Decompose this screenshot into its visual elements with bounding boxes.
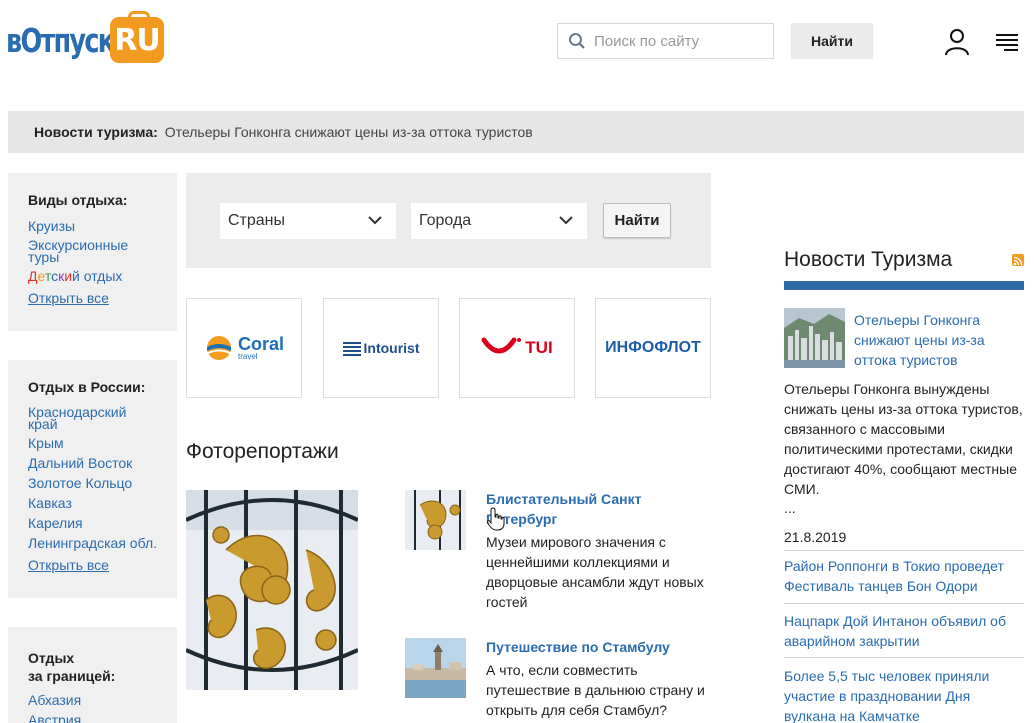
- gilded-gate-image: [186, 490, 358, 690]
- sidebar-item-austria[interactable]: Австрия: [28, 713, 177, 723]
- sidebar-heading-line: Отдых: [28, 650, 75, 666]
- search-input[interactable]: [594, 32, 764, 50]
- news-link[interactable]: Нацпарк Дой Интанон объявил об аварийном…: [784, 611, 1024, 651]
- site-search[interactable]: [557, 23, 774, 59]
- logo-text: вОтпуск: [6, 20, 115, 60]
- article-summary-spb: Музеи мирового значения с ценнейшими кол…: [486, 534, 704, 610]
- news-separator: [784, 550, 1024, 551]
- news-separator: [784, 603, 1024, 604]
- sidebar-heading-line: за границей:: [28, 668, 116, 684]
- city-select-value: Города: [419, 212, 472, 229]
- article-thumbnail-spb[interactable]: [405, 490, 466, 550]
- sidebar-item-abkhazia[interactable]: Абхазия: [28, 693, 177, 707]
- sidebar-item-krasnodar[interactable]: Краснодарский край: [28, 405, 138, 431]
- chevron-down-icon: [559, 216, 573, 225]
- partner-tui[interactable]: TUI: [459, 298, 575, 398]
- istanbul-city-thumbnail: [405, 638, 466, 698]
- photo-report-main-image[interactable]: [186, 490, 358, 690]
- news-lead-ellipsis: ...: [784, 500, 796, 516]
- kids-letter: й: [72, 268, 80, 284]
- sidebar-open-all[interactable]: Открыть все: [28, 291, 177, 305]
- menu-icon[interactable]: [996, 33, 1018, 51]
- article-title-spb[interactable]: Блистательный Санкт Петербург: [486, 489, 706, 529]
- infoflot-logo-text: ИНФОФЛОТ: [605, 339, 701, 356]
- kids-letter: е: [37, 268, 45, 284]
- coral-logo-icon: [206, 336, 231, 360]
- partner-coral-travel[interactable]: Coral travel: [186, 298, 302, 398]
- tour-filter: Страны Города Найти: [186, 173, 711, 268]
- sidebar-vacation-types: Виды отдыха: Круизы Экскурсионные туры Д…: [8, 173, 177, 331]
- hand-cursor-icon: [487, 507, 505, 531]
- tourism-news-heading: Новости Туризма: [784, 248, 953, 271]
- kids-letter: и: [64, 268, 73, 284]
- sidebar-open-all[interactable]: Открыть все: [28, 558, 177, 572]
- news-lead-title[interactable]: Отельеры Гонконга снижают цены из-за отт…: [854, 310, 1014, 370]
- sidebar-heading: Отдых в России:: [28, 379, 146, 395]
- tui-logo-text: TUI: [525, 338, 553, 357]
- article-title-istanbul[interactable]: Путешествие по Стамбулу: [486, 637, 706, 657]
- sidebar-item-kids[interactable]: Детский отдых: [28, 269, 177, 283]
- user-icon[interactable]: [944, 28, 970, 56]
- coral-logo-subtext: travel: [237, 352, 258, 361]
- logo-suitcase-badge[interactable]: RU: [110, 11, 164, 63]
- hong-kong-skyline-image: [784, 308, 845, 368]
- partner-intourist[interactable]: Intourist: [323, 298, 439, 398]
- article-summary-istanbul: А что, если совместить путешествие в дал…: [486, 662, 705, 718]
- rss-glyph: [1013, 256, 1023, 266]
- photo-reports-heading: Фоторепортажи: [186, 440, 339, 463]
- sidebar-heading: Отдых за границей:: [28, 649, 177, 685]
- news-lead-summary: Отельеры Гонконга вынуждены снижать цены…: [784, 381, 1023, 497]
- chevron-down-icon: [368, 216, 382, 225]
- sidebar-abroad: Отдых за границей: Абхазия Австрия: [8, 627, 177, 723]
- sidebar-item-golden-ring[interactable]: Золотое Кольцо: [28, 476, 177, 490]
- intourist-logo-icon: [342, 342, 361, 356]
- country-select-value: Страны: [228, 212, 286, 229]
- news-lead-thumbnail[interactable]: [784, 308, 845, 368]
- news-separator: [784, 657, 1024, 658]
- sidebar-item-leningrad[interactable]: Ленинградская обл.: [28, 536, 177, 550]
- filter-search-button[interactable]: Найти: [603, 203, 671, 238]
- news-link[interactable]: Район Роппонги в Токио проведет Фестивал…: [784, 556, 1024, 596]
- rss-icon[interactable]: [1012, 254, 1024, 266]
- sidebar-item-cruises[interactable]: Круизы: [28, 219, 177, 233]
- tui-smile-icon: [481, 337, 522, 354]
- intourist-logo-text: Intourist: [363, 340, 420, 356]
- sidebar-item-excursions[interactable]: Экскурсионные туры: [28, 238, 138, 264]
- partner-infoflot[interactable]: ИНФОФЛОТ: [595, 298, 711, 398]
- article-thumbnail-istanbul[interactable]: [405, 638, 466, 698]
- kids-word: отдых: [79, 268, 123, 284]
- news-link[interactable]: Более 5,5 тыс человек приняли участие в …: [784, 666, 1024, 723]
- sidebar-item-caucasus[interactable]: Кавказ: [28, 496, 177, 510]
- gilded-gate-thumbnail: [405, 490, 466, 550]
- search-button[interactable]: Найти: [791, 23, 873, 59]
- search-icon: [569, 33, 585, 49]
- news-ticker: Новости туризма: Отельеры Гонконга снижа…: [8, 111, 1024, 153]
- news-divider: [784, 281, 1024, 290]
- sidebar-item-crimea[interactable]: Крым: [28, 436, 177, 450]
- country-select[interactable]: Страны: [220, 203, 396, 239]
- city-select[interactable]: Города: [411, 203, 587, 239]
- news-date: 21.8.2019: [784, 529, 847, 545]
- coral-logo-text: Coral: [237, 334, 284, 354]
- sidebar-russia: Отдых в России: Краснодарский край Крым …: [8, 360, 177, 598]
- sidebar-item-far-east[interactable]: Дальний Восток: [28, 456, 177, 470]
- logo-badge-text: RU: [114, 22, 160, 58]
- sidebar-heading: Виды отдыха:: [28, 192, 128, 208]
- sidebar-item-karelia[interactable]: Карелия: [28, 516, 177, 530]
- news-ticker-label: Новости туризма:: [34, 124, 158, 140]
- news-ticker-headline[interactable]: Отельеры Гонконга снижают цены из-за отт…: [165, 124, 533, 140]
